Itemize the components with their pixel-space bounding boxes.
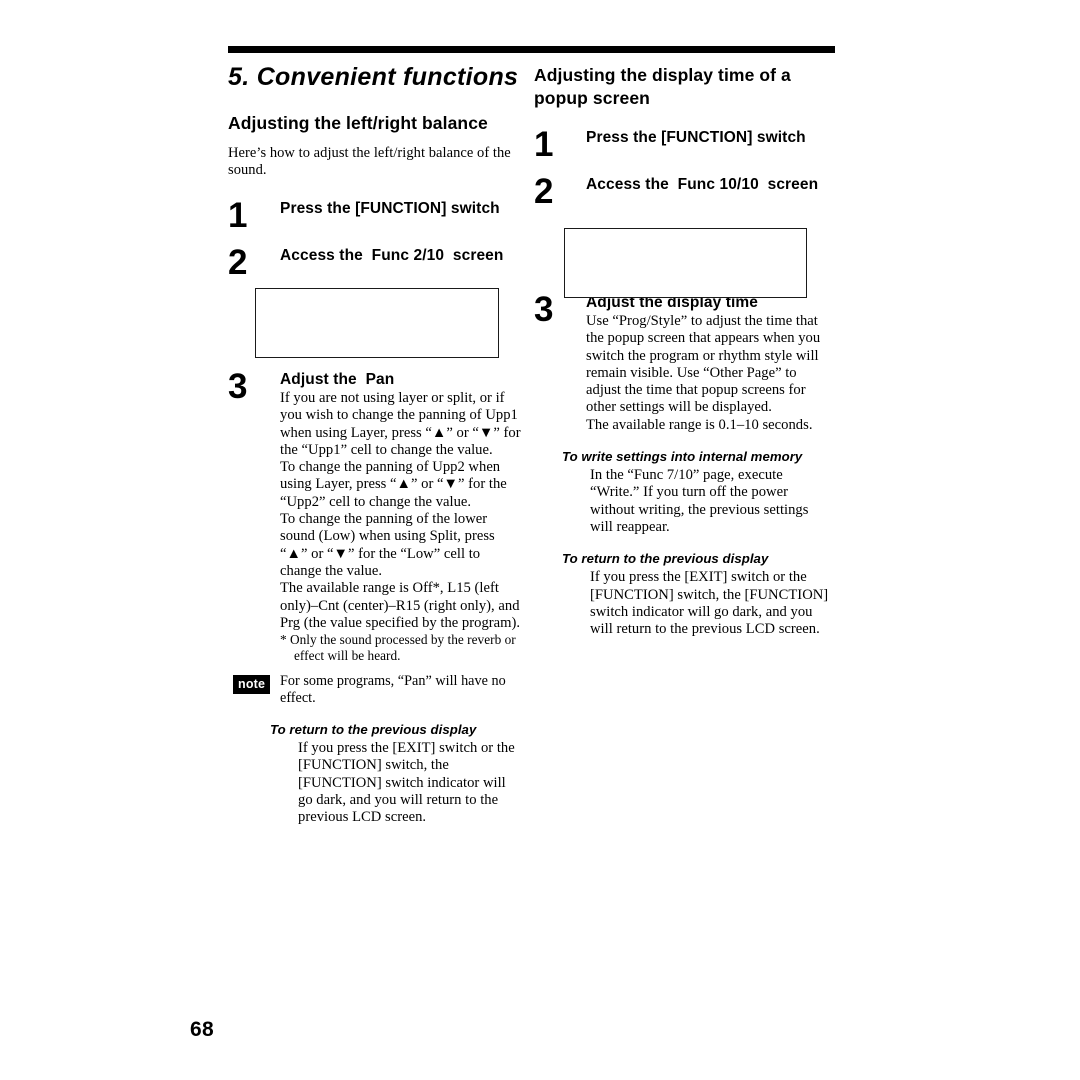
step-heading: Access the Func 10/10 screen xyxy=(586,176,819,193)
step-2-right: 2 Access the Func 10/10 screen xyxy=(534,173,834,211)
subblock-title: To return to the previous display xyxy=(562,551,769,567)
manual-page: 5. Convenient functions Adjusting the le… xyxy=(0,0,1080,1080)
subblock-return-to-previous-display-right: To return to the previous display If you… xyxy=(534,550,834,638)
step-heading: Press the [FUNCTION] switch xyxy=(586,129,806,146)
subblock-body: If you press the [EXIT] switch or the [F… xyxy=(590,569,829,638)
step-body: If you are not using layer or split, or … xyxy=(280,390,521,631)
step-1-right: 1 Press the [FUNCTION] switch xyxy=(534,126,834,164)
note-badge: note xyxy=(233,675,271,695)
lcd-screen-placeholder-func-2-10 xyxy=(255,288,499,358)
step-body: Use “Prog/Style” to adjust the time that… xyxy=(586,313,821,433)
step-footnote: * Only the sound processed by the reverb… xyxy=(280,632,516,664)
right-column: Adjusting the display time of a popup sc… xyxy=(534,62,834,638)
header-rule xyxy=(228,46,835,53)
page-number: 68 xyxy=(190,1018,214,1041)
page-title: 5. Convenient functions xyxy=(228,63,519,91)
step-heading: Access the Func 2/10 screen xyxy=(280,247,504,264)
step-1-left: 1 Press the [FUNCTION] switch xyxy=(228,197,524,235)
subblock-title: To return to the previous display xyxy=(270,722,477,738)
subblock-write-settings: To write settings into internal memory I… xyxy=(534,448,834,536)
step-3-right: 3 Adjust the display time Use “Prog/Styl… xyxy=(534,291,834,434)
left-column: 5. Convenient functions Adjusting the le… xyxy=(228,62,524,827)
intro-paragraph: Here’s how to adjust the left/right bala… xyxy=(228,145,511,178)
step-number: 1 xyxy=(534,125,554,164)
subblock-title: To write settings into internal memory xyxy=(562,449,803,465)
subblock-body: In the “Func 7/10” page, execute “Write.… xyxy=(590,467,809,535)
subblock-return-to-previous-display-left: To return to the previous display If you… xyxy=(228,721,524,826)
note-callout: note For some programs, “Pan” will have … xyxy=(228,673,524,707)
step-heading: Adjust the Pan xyxy=(280,371,395,388)
subblock-body: If you press the [EXIT] switch or the [F… xyxy=(298,740,515,826)
note-text: For some programs, “Pan” will have no ef… xyxy=(280,673,506,707)
step-heading: Press the [FUNCTION] switch xyxy=(280,200,500,217)
step-2-left: 2 Access the Func 2/10 screen xyxy=(228,244,524,282)
step-number: 3 xyxy=(228,367,248,406)
section-title-popup-display-time: Adjusting the display time of a popup sc… xyxy=(534,65,791,108)
step-number: 2 xyxy=(534,172,554,211)
step-3-left: 3 Adjust the Pan If you are not using la… xyxy=(228,368,524,664)
step-number: 2 xyxy=(228,243,248,282)
section-title-left-right-balance: Adjusting the left/right balance xyxy=(228,113,488,133)
step-number: 1 xyxy=(228,196,248,235)
lcd-screen-placeholder-func-10-10 xyxy=(564,228,807,298)
